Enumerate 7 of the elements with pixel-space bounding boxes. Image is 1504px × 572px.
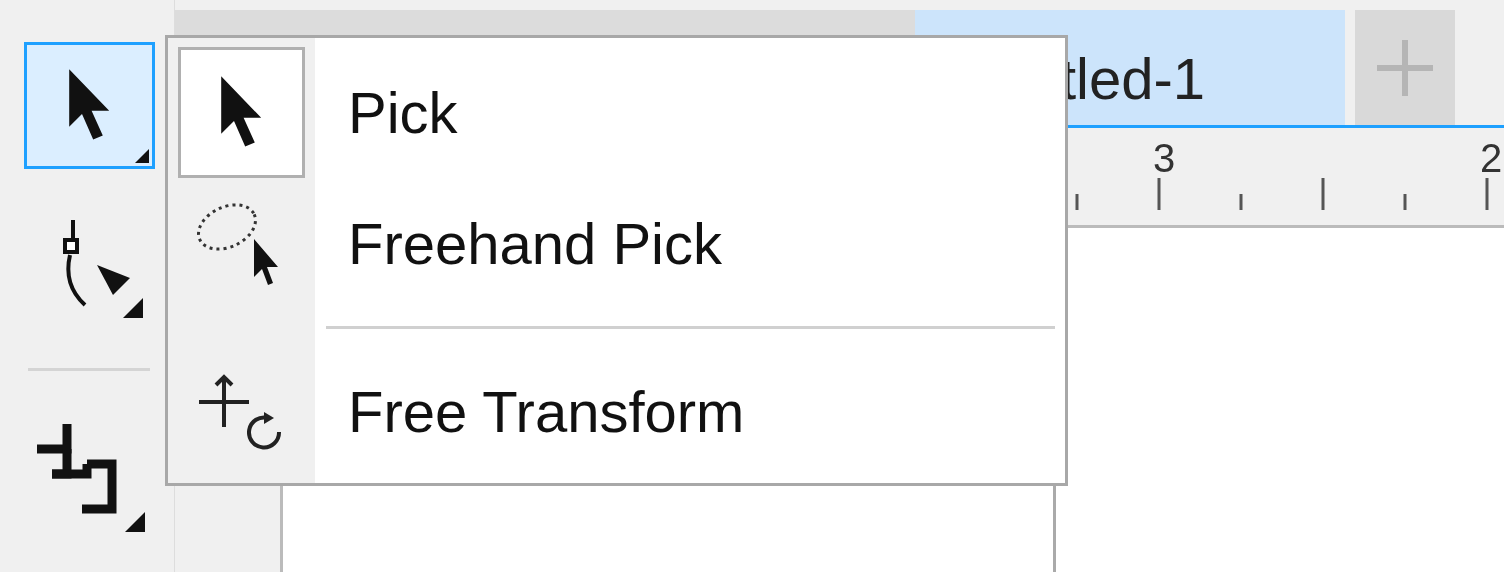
ruler-label: 3 [1153,136,1176,181]
plus-icon [1375,37,1435,98]
pick-tool-button[interactable] [24,42,155,169]
ruler-label: 2 [1480,136,1503,181]
menu-item[interactable]: Freehand Pick [168,178,1065,309]
menu-item[interactable]: Free Transform [168,346,1065,477]
flyout-indicator-icon [135,149,149,163]
